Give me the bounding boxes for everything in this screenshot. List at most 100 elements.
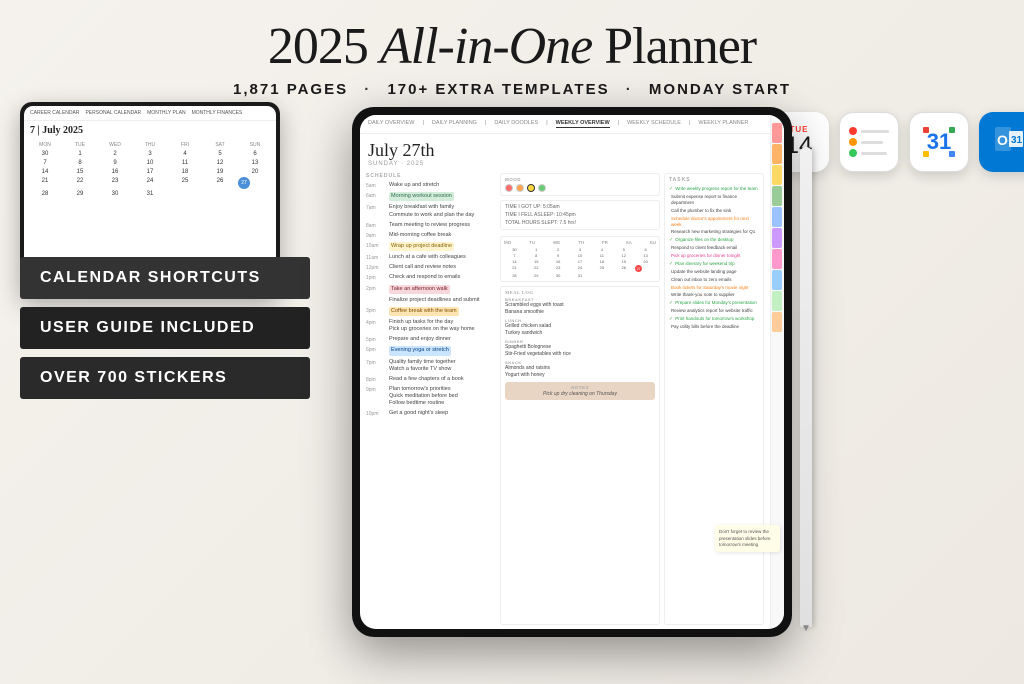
left-section: CAREER CALENDAR PERSONAL CALENDAR MONTHL… xyxy=(20,102,340,112)
mood-dots xyxy=(505,184,655,192)
schedule-item: 5pmPrepare and enjoy dinner xyxy=(366,336,496,343)
schedule-label: SCHEDULE xyxy=(366,173,496,179)
gcal-corner-bl xyxy=(923,151,929,157)
tablet-date-header: July 27th SUNDAY · 2025 xyxy=(360,134,770,169)
right-section: TUE 14 xyxy=(804,102,1004,172)
tab-6[interactable] xyxy=(772,228,782,248)
notes-section: NOTES Pick up dry cleaning on Thursday xyxy=(505,382,655,400)
tab-strip xyxy=(770,115,784,629)
stylus xyxy=(800,147,812,627)
tab-2[interactable] xyxy=(772,144,782,164)
content-area: CAREER CALENDAR PERSONAL CALENDAR MONTHL… xyxy=(0,102,1024,684)
tablet-right: TASKS ✓Write weekly progress report for … xyxy=(664,173,764,625)
google-calendar-icon: 31 xyxy=(909,112,969,172)
schedule-item: 6amMorning workout session xyxy=(366,192,496,201)
schedule-item: 7pmQuality family time togetherWatch a f… xyxy=(366,359,496,373)
tablet-middle: MOOD TIME I GOT UP: 5:05a xyxy=(500,173,660,625)
user-guide-badge: USER GUIDE INCLUDED xyxy=(20,307,310,349)
outlook-letter: O 31 xyxy=(991,121,1024,164)
calendar-shortcuts-badge: CALENDAR SHORTCUTS xyxy=(20,257,310,299)
time-got-up: TIME I GOT UP: 5:05am xyxy=(505,204,655,210)
meal-log-label: MEAL LOG xyxy=(505,290,655,295)
meal-dinner: DINNER Spaghetti BologneseStir-Fried veg… xyxy=(505,339,655,357)
small-tablet-month: 7 | July 2025 xyxy=(30,125,83,136)
meal-snack: SNACK Almonds and raisinsYogurt with hon… xyxy=(505,360,655,378)
task-item: ✓Organize files on the desktop xyxy=(669,237,759,243)
title-year: 2025 xyxy=(268,18,368,75)
small-tablet-dates: 30123456 78910111213 14151617181920 2122… xyxy=(28,150,272,198)
header: 2025 All-in-One Planner 1,871 PAGES · 17… xyxy=(233,0,791,98)
task-item: Research new marketing strategies for Q1 xyxy=(669,229,759,235)
meal-section: MEAL LOG BREAKFAST Scrambled eggs with t… xyxy=(500,286,660,625)
gcal-corner-br xyxy=(949,151,955,157)
schedule-item: 8amTeam meeting to review progress xyxy=(366,222,496,229)
tablet-content: DAILY OVERVIEW | DAILY PLANNING | DAILY … xyxy=(360,115,770,629)
main-title: 2025 All-in-One Planner xyxy=(233,18,791,75)
task-item: ✓Plan itinerary for weekend trip xyxy=(669,261,759,267)
total-hours-slept: TOTAL HOURS SLEPT: 7.5 hrs! xyxy=(505,220,655,226)
task-item: Pay utility bills before the deadline xyxy=(669,324,759,330)
mini-cal-header: MOTUWETHFRSASU xyxy=(504,240,656,245)
schedule-item: 10amWrap up project deadline xyxy=(366,242,496,251)
mood-dot-1 xyxy=(505,184,513,192)
tablet-schedule: SCHEDULE 5amWake up and stretch 6amMorni… xyxy=(366,173,496,625)
mood-dot-2 xyxy=(516,184,524,192)
tab-1[interactable] xyxy=(772,123,782,143)
reminders-lines xyxy=(843,121,895,163)
task-item: ✓Write weekly progress report for the te… xyxy=(669,186,759,192)
mood-label: MOOD xyxy=(505,177,655,182)
task-item: Schedule doctor's appointment for next w… xyxy=(669,216,759,228)
schedule-item: 7amEnjoy breakfast with familyCommute to… xyxy=(366,204,496,218)
mood-dot-3 xyxy=(527,184,535,192)
task-item: Update the website landing page xyxy=(669,269,759,275)
small-tablet-days: MON TUE WED THU FRI SAT SUN xyxy=(28,142,272,148)
schedule-item: 9pmPlan tomorrow's prioritiesQuick medit… xyxy=(366,386,496,407)
tasks-section: TASKS ✓Write weekly progress report for … xyxy=(664,173,764,625)
gcal-inner: 31 xyxy=(927,131,951,153)
schedule-item: 10pmGet a good night's sleep xyxy=(366,410,496,417)
small-tablet-nav: CAREER CALENDAR PERSONAL CALENDAR MONTHL… xyxy=(24,106,276,121)
sticky-note: Don't forget to review the presentation … xyxy=(715,525,770,552)
tab-3[interactable] xyxy=(772,165,782,185)
schedule-item: Finalize project deadlines and submit xyxy=(366,297,496,304)
schedule-item: 8pmRead a few chapters of a book xyxy=(366,376,496,383)
mood-dot-4 xyxy=(538,184,546,192)
tab-10[interactable] xyxy=(772,312,782,332)
schedule-item: 4pmFinish up tasks for the dayPick up gr… xyxy=(366,319,496,333)
tab-8[interactable] xyxy=(772,270,782,290)
tab-7[interactable] xyxy=(772,249,782,269)
tab-4[interactable] xyxy=(772,186,782,206)
tab-9[interactable] xyxy=(772,291,782,311)
mood-section: MOOD xyxy=(500,173,660,196)
task-item: ✓Prepare slides for Monday's presentatio… xyxy=(669,300,759,306)
monday-start: MONDAY START xyxy=(649,81,791,98)
stickers-badge: OVER 700 STICKERS xyxy=(20,357,310,399)
notes-label: NOTES xyxy=(508,385,652,390)
mini-calendar: MOTUWETHFRSASU 30123456 78910111213 1415… xyxy=(500,236,660,282)
schedule-item: 2pmTake an afternoon walk xyxy=(366,285,496,294)
task-item: Clean out inbox to zero emails xyxy=(669,277,759,283)
pages-count: 1,871 PAGES xyxy=(233,81,348,98)
schedule-item: 9amMid-morning coffee break xyxy=(366,232,496,239)
templates-count: 170+ EXTRA TEMPLATES xyxy=(387,81,609,98)
gcal-corner-tr xyxy=(949,127,955,133)
dot1: · xyxy=(364,81,377,98)
main-tablet-screen: DAILY OVERVIEW | DAILY PLANNING | DAILY … xyxy=(360,115,784,629)
task-item: Review analytics report for website traf… xyxy=(669,308,759,314)
schedule-item: 12pmClient call and review notes xyxy=(366,264,496,271)
schedule-item: 3pmCoffee break with the team xyxy=(366,307,496,316)
gcal-corner-tl xyxy=(923,127,929,133)
task-item: Write thank-you note to supplier xyxy=(669,292,759,298)
meal-lunch: LUNCH Grilled chicken saladTurkey sandwi… xyxy=(505,318,655,336)
small-tablet-header: 7 | July 2025 xyxy=(24,121,276,140)
tab-5[interactable] xyxy=(772,207,782,227)
tablet-nav: DAILY OVERVIEW | DAILY PLANNING | DAILY … xyxy=(360,115,770,134)
task-item: Call the plumber to fix the sink xyxy=(669,208,759,214)
time-section: TIME I GOT UP: 5:05am TIME I FELL ASLEEP… xyxy=(500,200,660,230)
task-item: Book tickets for Saturday's movie night xyxy=(669,285,759,291)
task-item: Pick up groceries for dinner tonight xyxy=(669,253,759,259)
small-tablet-grid: MON TUE WED THU FRI SAT SUN 30123456 789… xyxy=(24,140,276,200)
task-item: Respond to client feedback email xyxy=(669,245,759,251)
title-planner: Planner xyxy=(604,18,756,75)
time-fell-asleep: TIME I FELL ASLEEP: 10:45pm xyxy=(505,212,655,218)
